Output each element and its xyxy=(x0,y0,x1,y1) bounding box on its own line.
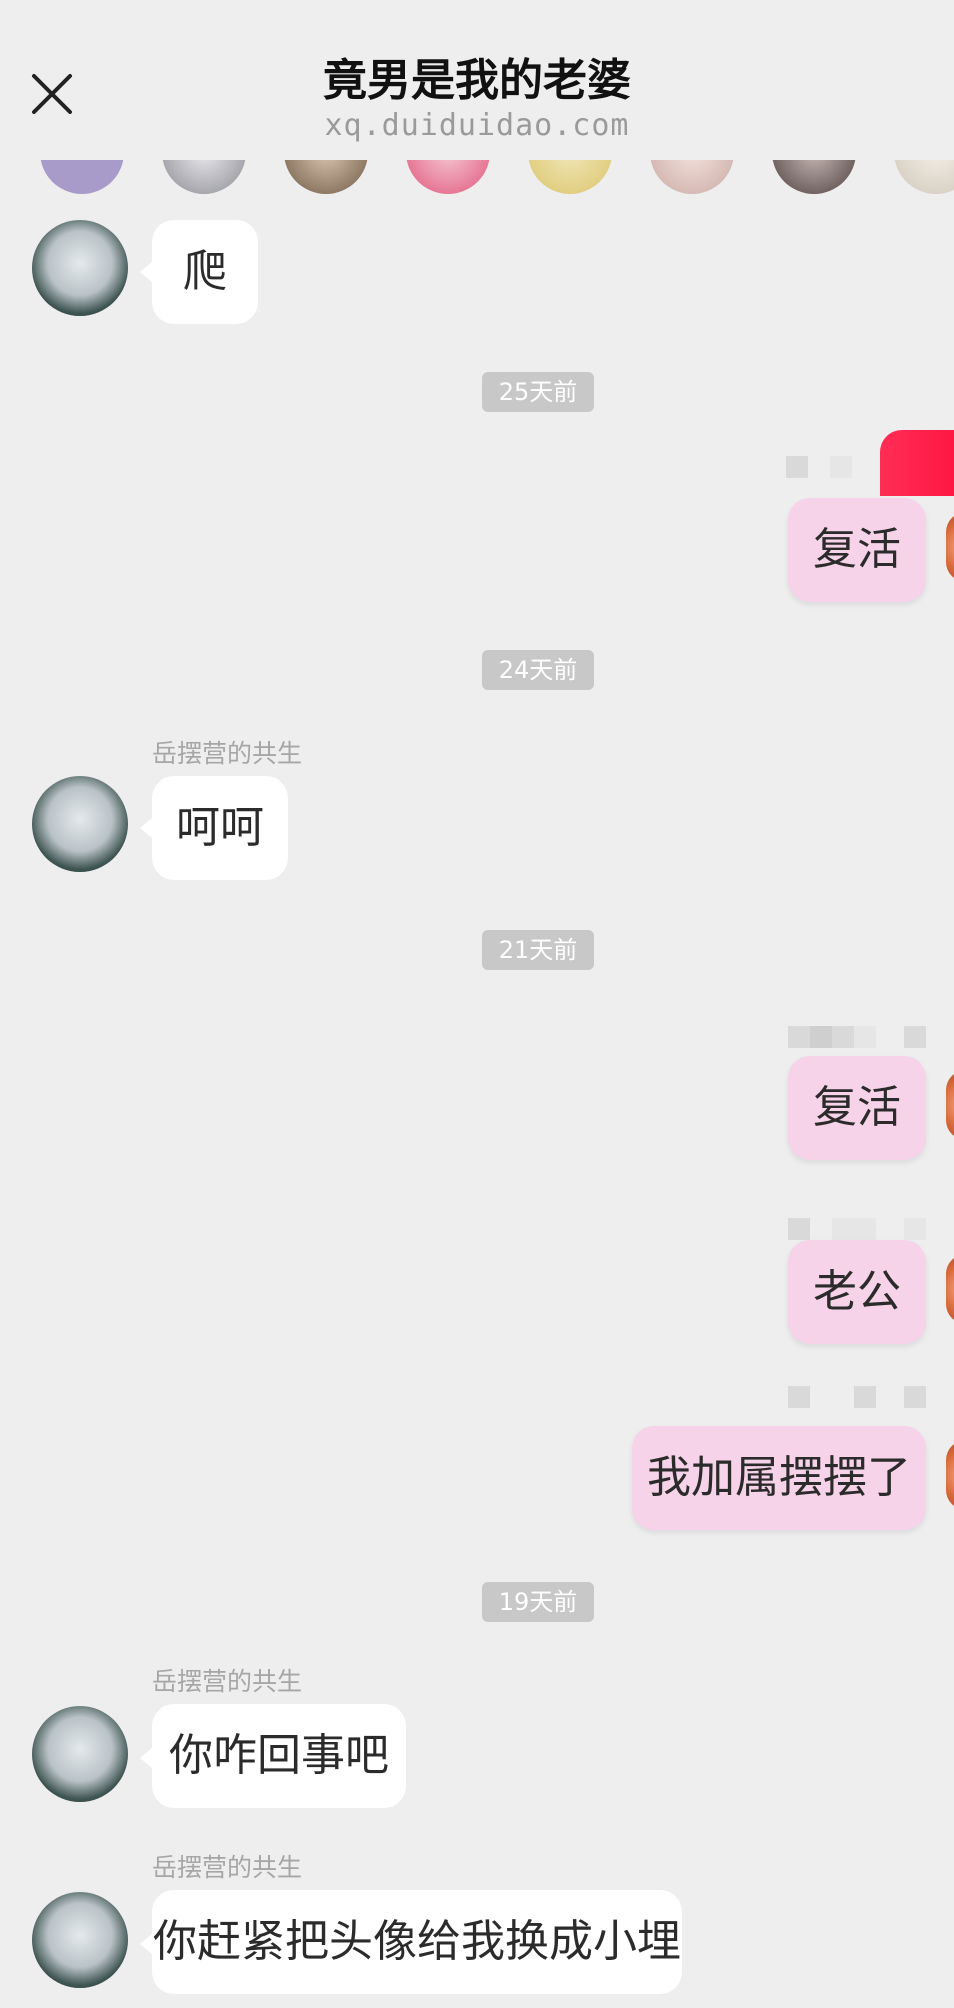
member-avatar[interactable] xyxy=(162,160,246,194)
message-bubble[interactable]: 爬 xyxy=(152,220,258,324)
avatar[interactable] xyxy=(946,512,954,582)
timestamp: 19天前 xyxy=(482,1582,594,1622)
sender-name-redacted xyxy=(786,456,866,478)
member-avatar[interactable] xyxy=(772,160,856,194)
avatar[interactable] xyxy=(32,1706,128,1802)
message-bubble[interactable]: 你赶紧把头像给我换成小埋 xyxy=(152,1890,682,1994)
chat-title: 竟男是我的老婆 xyxy=(323,55,631,106)
sender-name-redacted xyxy=(788,1386,928,1408)
member-avatar[interactable] xyxy=(284,160,368,194)
timestamp: 25天前 xyxy=(482,372,594,412)
bubble-tail xyxy=(140,262,152,282)
bubble-tail xyxy=(140,818,152,838)
member-avatar[interactable] xyxy=(528,160,612,194)
avatar[interactable] xyxy=(32,1892,128,1988)
message-bubble[interactable]: 老公 xyxy=(788,1240,926,1344)
message-bubble[interactable]: 我加属摆摆了 xyxy=(632,1426,926,1530)
bubble-tail xyxy=(140,1748,152,1768)
notification-badge[interactable] xyxy=(880,430,954,496)
timestamp: 21天前 xyxy=(482,930,594,970)
avatar[interactable] xyxy=(946,1254,954,1324)
member-avatar[interactable] xyxy=(406,160,490,194)
avatar[interactable] xyxy=(946,1440,954,1510)
watermark-url: xq.duiduidao.com xyxy=(324,108,630,143)
avatar[interactable] xyxy=(32,220,128,316)
member-avatar-strip[interactable] xyxy=(0,160,954,200)
timestamp: 24天前 xyxy=(482,650,594,690)
member-avatar[interactable] xyxy=(894,160,954,194)
member-avatar[interactable] xyxy=(650,160,734,194)
avatar[interactable] xyxy=(32,776,128,872)
member-avatar[interactable] xyxy=(40,160,124,194)
sender-name: 岳摆营的共生 xyxy=(152,1667,303,1696)
sender-name: 岳摆营的共生 xyxy=(152,739,303,768)
message-bubble[interactable]: 呵呵 xyxy=(152,776,288,880)
avatar[interactable] xyxy=(946,1070,954,1140)
sender-name: 岳摆营的共生 xyxy=(152,1853,303,1882)
chat-header: 竟男是我的老婆 xq.duiduidao.com xyxy=(0,0,954,160)
message-bubble[interactable]: 复活 xyxy=(788,1056,926,1160)
sender-name-redacted xyxy=(788,1026,928,1048)
bubble-tail xyxy=(140,1934,152,1954)
message-bubble[interactable]: 复活 xyxy=(788,498,926,602)
message-bubble[interactable]: 你咋回事吧 xyxy=(152,1704,406,1808)
sender-name-redacted xyxy=(788,1218,928,1240)
